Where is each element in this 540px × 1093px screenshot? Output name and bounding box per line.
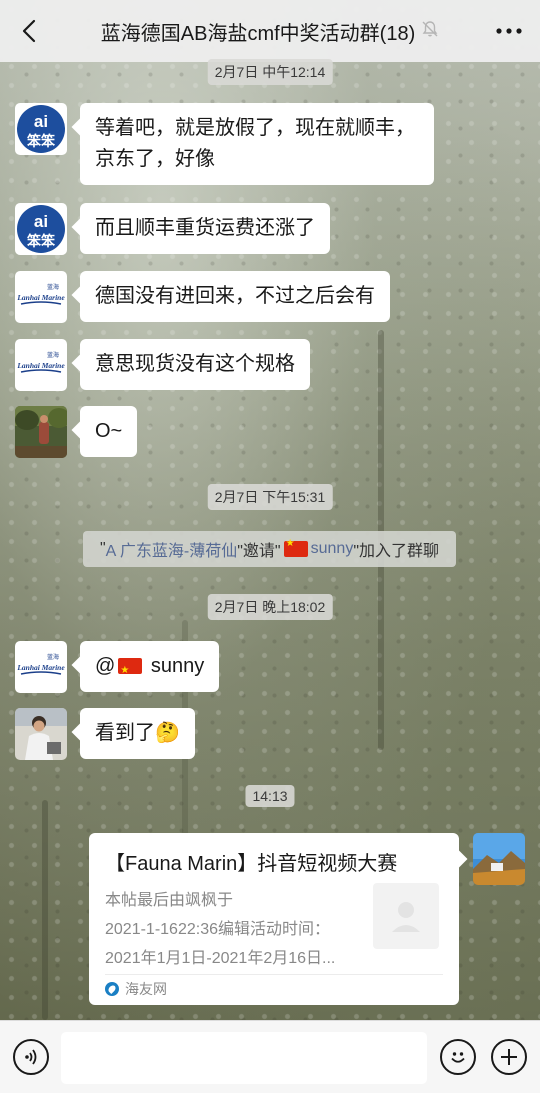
inviter-link[interactable]: A 广东蓝海-薄荷仙 <box>106 537 238 561</box>
message-line: 等着吧，就是放假了，现在就顺丰， <box>95 117 415 139</box>
message-row: ai 笨笨 而且顺丰重货运费还涨了 <box>15 203 330 255</box>
card-source-name: 海友网 <box>125 981 167 997</box>
timestamp: 2月7日 晚上18:02 <box>207 594 333 620</box>
message-bubble[interactable]: 看到了🤔 <box>80 708 195 759</box>
message-bubble[interactable]: 等着吧，就是放假了，现在就顺丰， 京东了，好像 <box>80 103 434 185</box>
more-functions-button[interactable] <box>491 1039 527 1075</box>
svg-text:笨笨: 笨笨 <box>27 133 56 150</box>
svg-text:蓝海: 蓝海 <box>47 351 59 359</box>
ai-logo-avatar[interactable]: ai 笨笨 <box>15 203 67 255</box>
china-flag-icon <box>118 655 143 686</box>
person-avatar[interactable] <box>15 708 67 760</box>
message-bubble[interactable]: 德国没有进回来，不过之后会有 <box>80 271 390 322</box>
back-button[interactable] <box>12 14 46 48</box>
svg-text:笨笨: 笨笨 <box>27 233 56 250</box>
mention-symbol: @ <box>95 655 116 677</box>
message-bubble[interactable]: O~ <box>80 406 138 457</box>
message-input[interactable] <box>61 1032 427 1084</box>
message-bubble[interactable]: 而且顺丰重货运费还涨了 <box>80 203 330 254</box>
card-divider <box>105 974 443 975</box>
message-bubble[interactable]: 意思现货没有这个规格 <box>80 339 310 390</box>
photo-avatar[interactable] <box>15 406 67 458</box>
plus-icon <box>501 1049 517 1065</box>
message-row: O~ <box>15 406 138 458</box>
card-desc-line: 本帖最后由飒枫于 <box>105 892 234 909</box>
voice-input-button[interactable] <box>13 1039 49 1075</box>
rain-streak <box>42 800 48 1020</box>
message-row: 蓝海 Lanhai Marine 意思现货没有这个规格 <box>15 339 310 391</box>
chevron-left-icon <box>22 19 36 43</box>
svg-text:Lanhai Marine: Lanhai Marine <box>16 293 65 302</box>
svg-text:蓝海: 蓝海 <box>47 653 59 661</box>
card-source: 海友网 <box>105 979 167 999</box>
message-row: 蓝海 Lanhai Marine @ sunny <box>15 641 220 693</box>
emoji-button[interactable] <box>440 1039 476 1075</box>
chat-input-bar <box>0 1020 540 1093</box>
svg-text:Lanhai Marine: Lanhai Marine <box>16 361 65 370</box>
smiley-icon <box>451 1052 465 1063</box>
more-options-button[interactable] <box>492 18 526 44</box>
invite-text: "邀请" <box>237 543 281 560</box>
timestamp: 14:13 <box>245 785 295 807</box>
mention-name: sunny <box>150 655 205 677</box>
invitee-link[interactable]: sunny <box>311 540 354 558</box>
mute-bell-icon <box>421 20 439 43</box>
system-join-notice: " A 广东蓝海-薄荷仙 "邀请" sunny "加入了群聊 <box>83 531 456 567</box>
message-row: ai 笨笨 等着吧，就是放假了，现在就顺丰， 京东了，好像 <box>15 103 434 185</box>
chat-header: 蓝海德国AB海盐cmf中奖活动群(18) <box>0 0 540 62</box>
timestamp: 2月7日 下午15:31 <box>207 484 333 510</box>
ai-logo-avatar[interactable]: ai 笨笨 <box>15 103 67 155</box>
lanhai-marine-avatar[interactable]: 蓝海 Lanhai Marine <box>15 339 67 391</box>
card-description: 本帖最后由飒枫于 2021-1-1622:36编辑活动时间： 2021年1月1日… <box>105 886 367 973</box>
voice-icon <box>25 1049 37 1065</box>
chat-title: 蓝海德国AB海盐cmf中奖活动群(18) <box>100 22 416 45</box>
svg-text:ai: ai <box>34 212 48 231</box>
svg-text:蓝海: 蓝海 <box>47 283 59 291</box>
joined-text: "加入了群聊 <box>353 543 440 560</box>
shared-link-card[interactable]: 【Fauna Marin】抖音短视频大赛 本帖最后由飒枫于 2021-1-162… <box>89 833 459 1005</box>
card-desc-line: 2021-1-1622:36编辑活动时间： <box>105 921 330 938</box>
more-dots-icon <box>496 28 522 34</box>
card-title: 【Fauna Marin】抖音短视频大赛 <box>105 853 398 875</box>
svg-text:Lanhai Marine: Lanhai Marine <box>16 663 65 672</box>
card-thumbnail <box>373 883 439 949</box>
china-flag-icon <box>283 538 308 557</box>
message-row: 蓝海 Lanhai Marine 德国没有进回来，不过之后会有 <box>15 271 390 323</box>
message-line: 京东了，好像 <box>95 148 215 170</box>
lanhai-marine-avatar[interactable]: 蓝海 Lanhai Marine <box>15 271 67 323</box>
card-desc-line: 2021年1月1日-2021年2月16日... <box>105 950 336 967</box>
message-row: 看到了🤔 <box>15 708 195 760</box>
timestamp: 2月7日 中午12:14 <box>207 59 333 85</box>
message-bubble[interactable]: @ sunny <box>80 641 220 692</box>
svg-text:ai: ai <box>34 112 48 131</box>
my-avatar[interactable] <box>473 833 525 885</box>
lanhai-marine-avatar[interactable]: 蓝海 Lanhai Marine <box>15 641 67 693</box>
source-logo-icon <box>105 982 119 996</box>
